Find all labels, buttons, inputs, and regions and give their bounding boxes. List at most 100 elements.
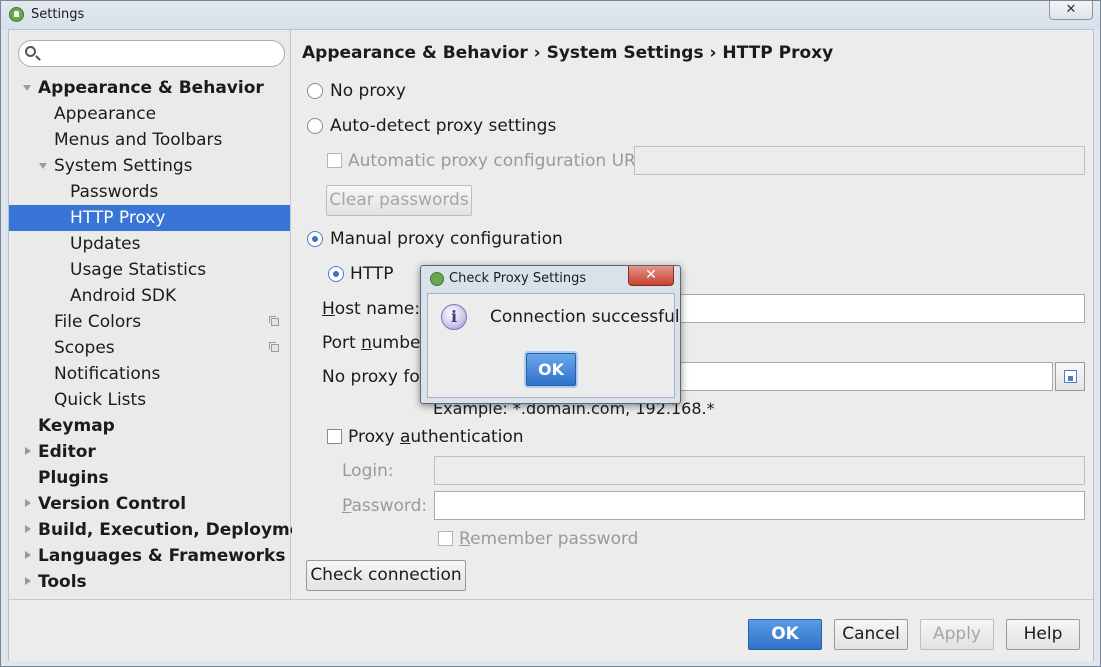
title-bar[interactable]: Settings <box>1 1 1100 29</box>
sidebar-item-system-settings[interactable]: System Settings <box>9 153 290 179</box>
expand-field-button[interactable] <box>1055 362 1085 391</box>
expanded-arrow-icon[interactable] <box>39 163 47 169</box>
check-connection-button[interactable]: Check connection <box>306 560 466 591</box>
sidebar-item-label: Notifications <box>54 364 161 384</box>
sidebar-item-label: Passwords <box>70 182 159 202</box>
project-level-icon <box>269 316 279 326</box>
window-close-button[interactable]: ✕ <box>1049 1 1093 20</box>
android-studio-icon <box>9 7 24 22</box>
manual-proxy-radio[interactable] <box>307 231 323 247</box>
login-label: Login: <box>342 461 394 481</box>
cancel-button[interactable]: Cancel <box>834 619 908 650</box>
expand-icon <box>1064 370 1077 383</box>
collapsed-arrow-icon[interactable] <box>25 525 31 533</box>
sidebar-item-scopes[interactable]: Scopes <box>9 335 290 361</box>
sidebar-item-http-proxy[interactable]: HTTP Proxy <box>9 205 290 231</box>
sidebar-item-keymap[interactable]: Keymap <box>9 413 290 439</box>
sidebar-item-build-execution-deployment[interactable]: Build, Execution, Deployment <box>9 517 322 543</box>
auto-url-checkbox[interactable] <box>327 153 342 168</box>
window-title: Settings <box>31 7 85 22</box>
sidebar-item-plugins[interactable]: Plugins <box>9 465 290 491</box>
label-rest: uthentication <box>410 427 524 447</box>
collapsed-arrow-icon[interactable] <box>25 447 31 455</box>
sidebar-item-tools[interactable]: Tools <box>9 569 290 595</box>
host-name-field[interactable] <box>672 294 1085 323</box>
collapsed-arrow-icon[interactable] <box>25 577 31 585</box>
sidebar-item-label: Updates <box>70 234 141 254</box>
no-proxy-label[interactable]: No proxy <box>330 81 406 101</box>
ok-button[interactable]: OK <box>748 619 822 650</box>
sidebar-item-appearance[interactable]: Appearance <box>9 101 290 127</box>
label-start: Port <box>322 333 362 353</box>
settings-sidebar: Appearance & Behavior Appearance Menus a… <box>9 30 322 599</box>
proxy-authentication-label[interactable]: Proxy authentication <box>348 427 524 447</box>
sidebar-item-updates[interactable]: Updates <box>9 231 290 257</box>
sidebar-item-file-colors[interactable]: File Colors <box>9 309 290 335</box>
sidebar-item-label: Scopes <box>54 338 115 358</box>
sidebar-item-languages-frameworks[interactable]: Languages & Frameworks <box>9 543 290 569</box>
info-icon: i <box>441 304 467 330</box>
sidebar-item-android-sdk[interactable]: Android SDK <box>9 283 290 309</box>
dialog-title: Check Proxy Settings <box>449 271 587 286</box>
label-start: Proxy <box>348 427 400 447</box>
label-rest: assword: <box>351 496 428 516</box>
search-input[interactable] <box>43 44 279 63</box>
project-level-icon <box>269 342 279 352</box>
collapsed-arrow-icon[interactable] <box>25 499 31 507</box>
sidebar-item-menus-toolbars[interactable]: Menus and Toolbars <box>9 127 290 153</box>
android-studio-icon <box>430 272 444 286</box>
sidebar-item-usage-statistics[interactable]: Usage Statistics <box>9 257 290 283</box>
mnemonic: H <box>322 299 335 319</box>
proxy-authentication-checkbox[interactable] <box>327 429 342 444</box>
sidebar-item-label: Android SDK <box>70 286 177 306</box>
auto-detect-label[interactable]: Auto-detect proxy settings <box>330 116 556 136</box>
no-proxy-for-label: No proxy for: <box>322 367 433 387</box>
auto-url-field[interactable] <box>634 146 1085 175</box>
sidebar-item-quick-lists[interactable]: Quick Lists <box>9 387 290 413</box>
apply-button[interactable]: Apply <box>920 619 994 650</box>
no-proxy-radio[interactable] <box>307 83 323 99</box>
clear-passwords-button[interactable]: Clear passwords <box>326 185 472 216</box>
label-rest: ost name: <box>334 299 421 319</box>
dialog-close-button[interactable]: ✕ <box>628 266 674 286</box>
breadcrumb: Appearance & Behavior › System Settings … <box>302 43 834 63</box>
dialog-message: Connection successful <box>490 307 680 327</box>
http-radio[interactable] <box>328 266 344 282</box>
no-proxy-for-field[interactable] <box>672 362 1053 391</box>
sidebar-item-label: System Settings <box>54 156 193 176</box>
sidebar-item-version-control[interactable]: Version Control <box>9 491 290 517</box>
auto-detect-radio[interactable] <box>307 118 323 134</box>
sidebar-item-appearance-behavior[interactable]: Appearance & Behavior <box>9 75 290 101</box>
sidebar-item-label: Appearance & Behavior <box>38 78 264 98</box>
collapsed-arrow-icon[interactable] <box>25 551 31 559</box>
help-button[interactable]: Help <box>1006 619 1080 650</box>
sidebar-item-label: Quick Lists <box>54 390 147 410</box>
password-field[interactable] <box>434 491 1085 520</box>
mnemonic: R <box>459 529 471 549</box>
sidebar-item-passwords[interactable]: Passwords <box>9 179 290 205</box>
sidebar-item-label: Editor <box>38 442 96 462</box>
auto-url-label: Automatic proxy configuration URL: <box>348 151 652 171</box>
remember-password-checkbox[interactable] <box>438 531 453 546</box>
settings-window: Settings ✕ Appearance & Behavior Appeara… <box>0 0 1101 667</box>
sidebar-item-label: Version Control <box>38 494 187 514</box>
port-number-label: Port number: <box>322 333 433 353</box>
dialog-body: i Connection successful OK <box>427 293 680 398</box>
sidebar-item-label: Keymap <box>38 416 115 436</box>
sidebar-item-label: HTTP Proxy <box>70 208 166 228</box>
sidebar-item-label: Menus and Toolbars <box>54 130 223 150</box>
settings-search[interactable] <box>18 40 285 67</box>
mnemonic: P <box>342 496 352 516</box>
dialog-ok-button[interactable]: OK <box>526 353 576 386</box>
manual-proxy-label[interactable]: Manual proxy configuration <box>330 229 563 249</box>
expanded-arrow-icon[interactable] <box>23 85 31 91</box>
sidebar-item-editor[interactable]: Editor <box>9 439 290 465</box>
sidebar-item-notifications[interactable]: Notifications <box>9 361 290 387</box>
http-label[interactable]: HTTP <box>350 264 394 284</box>
sidebar-item-label: Tools <box>38 572 87 592</box>
sidebar-item-label: Appearance <box>54 104 157 124</box>
sidebar-item-label: Usage Statistics <box>70 260 207 280</box>
mnemonic: a <box>399 427 411 447</box>
login-field[interactable] <box>434 456 1085 485</box>
remember-password-label[interactable]: Remember password <box>459 529 638 549</box>
